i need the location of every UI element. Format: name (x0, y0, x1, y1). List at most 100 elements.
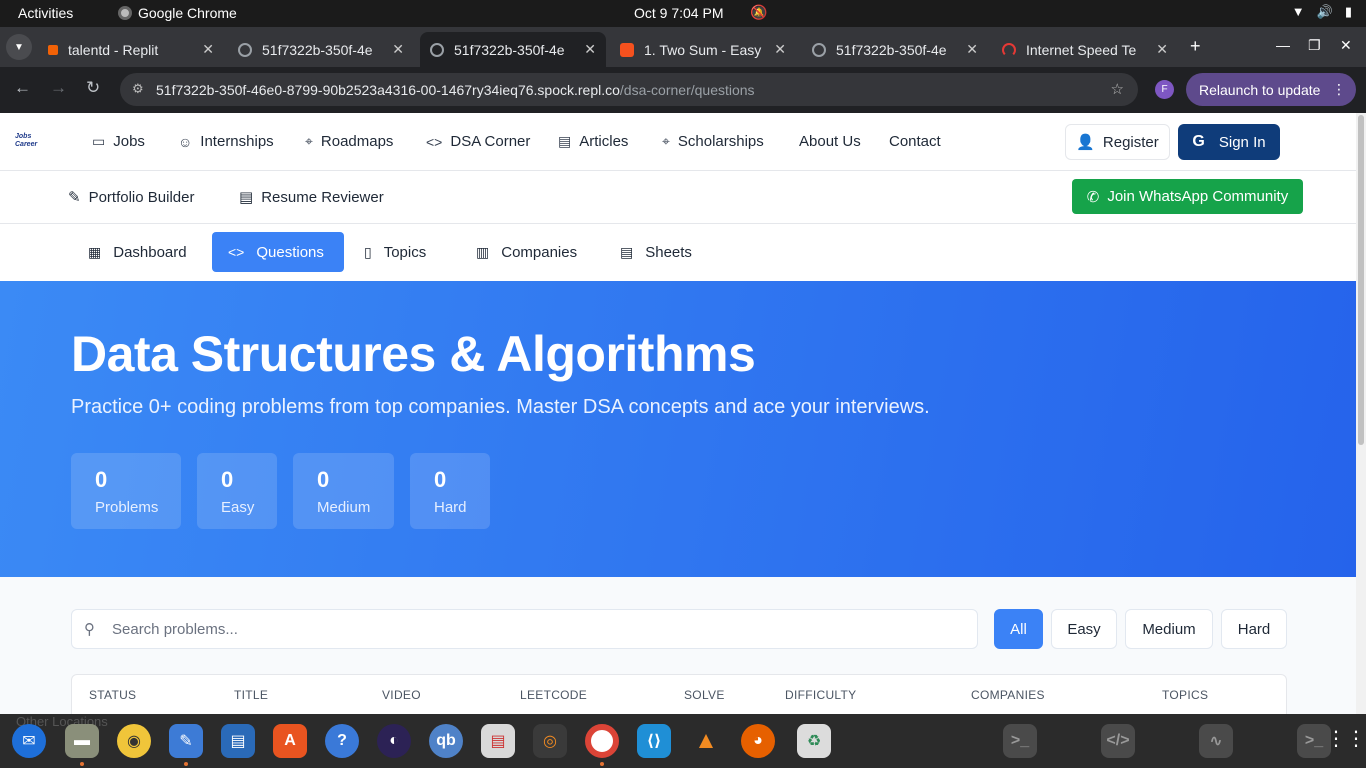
column-header[interactable]: DIFFICULTY (785, 688, 856, 702)
tab-companies[interactable]: ▥ Companies (460, 232, 593, 272)
close-tab-icon[interactable]: ✕ (202, 41, 214, 58)
minimize-icon[interactable]: — (1276, 37, 1290, 53)
address-bar[interactable]: ⚙ 51f7322b-350f-46e0-8799-90b2523a4316-0… (120, 73, 1138, 106)
filter-medium-button[interactable]: Medium (1125, 609, 1213, 649)
tab-active[interactable]: 51f7322b-350f-4e ✕ (420, 32, 606, 67)
filter-all-button[interactable]: All (994, 609, 1043, 649)
browser-toolbar: ← → ↻ ⚙ 51f7322b-350f-46e0-8799-90b2523a… (0, 67, 1366, 113)
nav-internships[interactable]: ☺ Internships (178, 133, 274, 150)
system-tray[interactable]: ▼ 🔊 ▮ (1292, 4, 1352, 20)
document-viewer-icon[interactable]: ▤ (481, 724, 515, 758)
show-apps-icon[interactable]: ⋮⋮⋮ (1326, 726, 1366, 751)
column-header[interactable]: TITLE (234, 688, 268, 702)
close-tab-icon[interactable]: ✕ (392, 41, 404, 58)
eclipse-icon[interactable]: ◐ (377, 724, 411, 758)
close-tab-icon[interactable]: ✕ (774, 41, 786, 58)
terminal-icon[interactable]: >_ (1003, 724, 1037, 758)
trash-icon[interactable]: ♻ (797, 724, 831, 758)
grid-icon: ▦ (88, 243, 102, 260)
close-tab-icon[interactable]: ✕ (1156, 41, 1168, 58)
nav-jobs[interactable]: ▭ Jobs (92, 133, 145, 150)
resume-reviewer-link[interactable]: ▤ Resume Reviewer (239, 188, 384, 207)
tab[interactable]: 51f7322b-350f-4e ✕ (802, 32, 988, 67)
tab[interactable]: Internet Speed Te ✕ (992, 32, 1178, 67)
rhythmbox-icon[interactable]: ◉ (117, 724, 151, 758)
tab[interactable]: 51f7322b-350f-4e ✕ (228, 32, 414, 67)
writer-icon[interactable]: ▤ (221, 724, 255, 758)
vlc-icon[interactable]: ▲ (689, 724, 723, 758)
scrollbar-thumb[interactable] (1358, 115, 1364, 445)
tab[interactable]: talentd - Replit ✕ (38, 32, 224, 67)
firefox-icon[interactable]: ◕ (741, 724, 775, 758)
column-header[interactable]: LEETCODE (520, 688, 587, 702)
tab-search-button[interactable]: ▼ (6, 34, 32, 60)
search-input[interactable] (112, 610, 962, 648)
maximize-icon[interactable]: ❐ (1308, 37, 1321, 54)
filter-easy-button[interactable]: Easy (1051, 609, 1117, 649)
sign-in-button[interactable]: G Sign In (1178, 124, 1280, 160)
tab-dashboard[interactable]: ▦ Dashboard (72, 232, 203, 272)
problems-table-header: STATUS TITLE VIDEO LEETCODE SOLVE DIFFIC… (71, 674, 1287, 719)
forward-arrow-icon[interactable]: → (50, 78, 67, 98)
help-icon[interactable]: ? (325, 724, 359, 758)
tab[interactable]: 1. Two Sum - Easy ✕ (610, 32, 796, 67)
jupyter-icon[interactable]: ◎ (533, 724, 567, 758)
bookmark-star-icon[interactable]: ☆ (1111, 80, 1124, 98)
nav-about-us[interactable]: About Us (799, 133, 861, 150)
vscode-icon[interactable]: ⟨⟩ (637, 724, 671, 758)
nav-contact[interactable]: Contact (889, 133, 941, 150)
register-button[interactable]: 👤 Register (1065, 124, 1170, 160)
battery-icon: ▮ (1344, 4, 1352, 19)
thunderbird-icon[interactable]: ✉ (12, 724, 46, 758)
close-window-icon[interactable]: ✕ (1340, 37, 1352, 54)
building-icon: ▥ (476, 243, 490, 260)
portfolio-builder-link[interactable]: ✎ Portfolio Builder (68, 188, 194, 207)
running-indicator (80, 762, 84, 766)
tab-topics[interactable]: ▯ Topics (348, 232, 442, 272)
code-icon: <> (426, 133, 443, 150)
nav-dsa-corner[interactable]: <> DSA Corner (426, 133, 530, 150)
hero-section: Data Structures & Algorithms Practice 0+… (0, 281, 1356, 577)
chrome-icon (118, 6, 132, 20)
app-menu[interactable]: Google Chrome (118, 5, 237, 21)
site-logo[interactable]: Jobs Career (15, 133, 43, 151)
activities-button[interactable]: Activities (18, 5, 73, 21)
site-settings-icon[interactable]: ⚙ (132, 81, 144, 97)
column-header[interactable]: TOPICS (1162, 688, 1208, 702)
nav-roadmaps[interactable]: ⌖ Roadmaps (305, 133, 393, 150)
more-menu-icon[interactable]: ⋮ (1332, 81, 1346, 98)
text-editor-icon[interactable]: ✎ (169, 724, 203, 758)
column-header[interactable]: SOLVE (684, 688, 725, 702)
clock[interactable]: Oct 9 7:04 PM (634, 5, 723, 21)
reload-icon[interactable]: ↻ (86, 78, 100, 98)
close-tab-icon[interactable]: ✕ (584, 41, 596, 58)
nav-scholarships[interactable]: ⌖ Scholarships (662, 133, 764, 150)
files-icon[interactable]: ▬ (65, 724, 99, 758)
column-header[interactable]: COMPANIES (971, 688, 1045, 702)
qbittorrent-icon[interactable]: qb (429, 724, 463, 758)
nav-articles[interactable]: ▤ Articles (558, 133, 628, 150)
user-plus-icon: 👤 (1076, 134, 1095, 151)
tab-questions[interactable]: <> Questions (212, 232, 344, 272)
profile-avatar[interactable]: F (1155, 80, 1174, 99)
running-indicator (184, 762, 188, 766)
relaunch-button[interactable]: Relaunch to update ⋮ (1186, 73, 1356, 106)
whatsapp-community-button[interactable]: ✆ Join WhatsApp Community (1072, 179, 1303, 214)
system-monitor-icon[interactable]: ∿ (1199, 724, 1233, 758)
stat-medium: 0 Medium (293, 453, 394, 529)
close-tab-icon[interactable]: ✕ (966, 41, 978, 58)
code-editor-icon[interactable]: </> (1101, 724, 1135, 758)
filter-hard-button[interactable]: Hard (1221, 609, 1287, 649)
column-header[interactable]: STATUS (89, 688, 136, 702)
new-tab-button[interactable]: + (1190, 36, 1201, 57)
globe-icon (430, 42, 444, 57)
app-center-icon[interactable]: A (273, 724, 307, 758)
back-arrow-icon[interactable]: ← (14, 78, 31, 98)
chrome-icon[interactable] (585, 724, 619, 758)
column-header[interactable]: VIDEO (382, 688, 421, 702)
page-scrollbar[interactable] (1356, 113, 1366, 714)
tab-sheets[interactable]: ▤ Sheets (604, 232, 708, 272)
briefcase-icon: ▭ (92, 133, 106, 149)
dsa-tabs: ▦ Dashboard <> Questions ▯ Topics ▥ Comp… (0, 224, 1356, 281)
map-pin-icon: ⌖ (305, 133, 313, 149)
